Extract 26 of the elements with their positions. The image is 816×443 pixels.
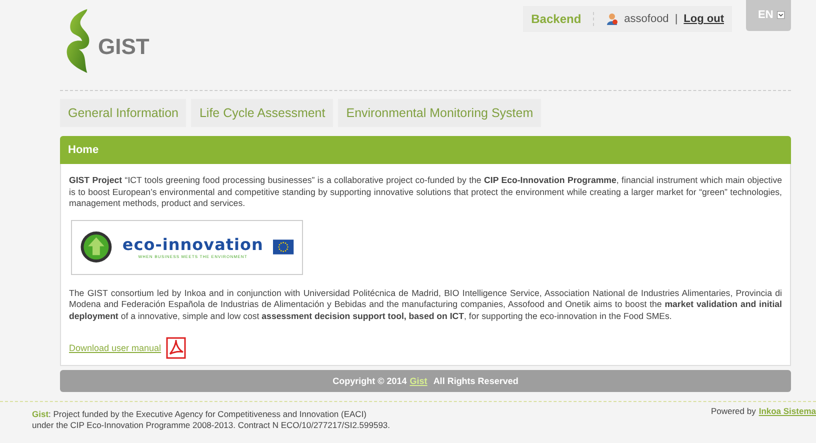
funding-text: : Project funded by the Executive Agency for Competitiveness and Innovation (EACI) [48,409,367,419]
powered-text: Powered by [710,406,756,418]
nav-tab[interactable]: General Information [60,99,186,127]
logout-link[interactable]: Log out [684,13,724,25]
consortium-paragraph: The GIST consortium led by Inkoa and in conjunction with Universidad Politécnica de Madrid, BIO Intelligence Service, Association National de Industries Alimentaries, Provincia di Modena and Federación Española de Industrias de Alimentación y Bebidas and the manufacturing companies, Assofood and Onetik aims to boost the market validation and initial deployment of a innovative, simple and low cost assessment decision support tool, based on ICT, for supporting the eco-innovation in the Food SMEs. [69,288,782,322]
logo-text: GIST [98,34,150,60]
caret-icon [777,9,785,21]
download-link[interactable]: Download user manual [69,343,162,353]
banner-title: eco-innovation [122,235,264,254]
gist-link[interactable]: Gist [32,409,49,419]
username: assofood [624,13,669,25]
contract-text: under the CIP Eco-Innovation Programme 2008-2013. Contract N ECO/10/277217/SI2.599593. [32,420,390,431]
gist-link[interactable]: Gist [410,376,428,386]
copyright-text: Copyright © 2014 [332,376,407,386]
intro-paragraph: GIST Project “ICT tools greening food processing businesses” is a collaborative project co-funded by the CIP Eco-Innovation Programme, financial instrument which main objective is to boost European’s environmental and competitive standing by supporting innovative solutions that protect the environment while creating a larger market for “green” technologies, management methods, product and services. [69,175,782,210]
user-icon [606,13,618,25]
separator: | [674,13,678,25]
eu-flag-icon [273,237,294,257]
inkoa-link[interactable]: Inkoa Sistema [758,406,816,431]
nav-tab[interactable]: Life Cycle Assessment [191,99,334,127]
pdf-icon[interactable] [166,337,186,359]
nav-tab[interactable]: Environmental Monitoring System [338,99,542,127]
language-select[interactable]: EN [746,0,791,31]
backend-link[interactable]: Backend [531,12,582,26]
rights-text: All Rights Reserved [433,376,518,386]
panel-title: Home [68,144,99,156]
